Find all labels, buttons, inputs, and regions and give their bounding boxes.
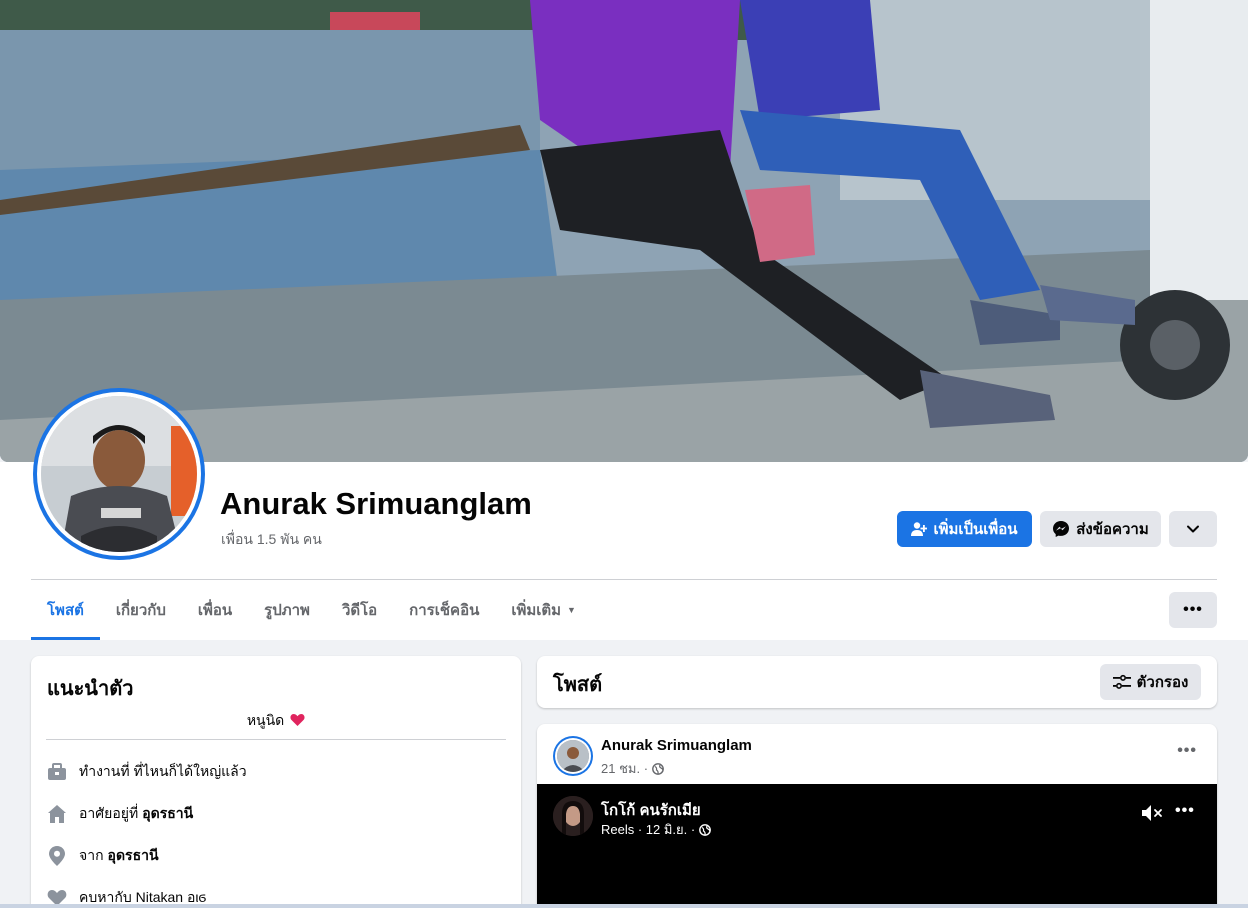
profile-options-button[interactable]: [1169, 511, 1217, 547]
caret-down-icon: ▼: [567, 605, 576, 615]
tab-videos[interactable]: วิดีโอ: [326, 580, 393, 640]
posts-header-card: โพสต์ ตัวกรอง: [537, 656, 1217, 708]
reel-avatar-photo: [553, 796, 593, 836]
intro-from-place[interactable]: อุดรธานี: [108, 845, 159, 867]
tab-label: เพิ่มเติม: [511, 602, 562, 619]
post-meta: 21 ชม. ·: [601, 758, 664, 779]
post-time[interactable]: 21 ชม. ·: [601, 758, 648, 779]
muted-speaker-icon[interactable]: [1141, 804, 1163, 822]
reel-date[interactable]: Reels · 12 มิ.ย. ·: [601, 819, 695, 840]
location-pin-icon: [47, 846, 67, 866]
cover-photo[interactable]: [0, 0, 1248, 462]
intro-card: แนะนำตัว หนูนิด ทำงานที่ ที่ไหนก็ได้ใหญ่…: [31, 656, 521, 908]
intro-lives-in: อาศัยอยู่ที่ อุดรธานี: [47, 802, 193, 826]
reel-author-avatar[interactable]: [553, 796, 593, 836]
message-label: ส่งข้อความ: [1076, 521, 1149, 538]
profile-name: Anurak Srimuanglam: [220, 486, 532, 521]
post-card: Anurak Srimuanglam 21 ชม. · ••• โกโก้ คน…: [537, 724, 1217, 908]
tab-label: โพสต์: [47, 602, 84, 619]
avatar-thumbnail: [557, 740, 589, 772]
tab-photos[interactable]: รูปภาพ: [248, 580, 326, 640]
window-bottom-edge: [0, 904, 1248, 908]
post-author-avatar[interactable]: [553, 736, 593, 776]
filter-label: ตัวกรอง: [1136, 674, 1189, 691]
chevron-down-icon: [1187, 525, 1199, 533]
bio-text: หนูนิด: [246, 712, 285, 728]
tab-more[interactable]: เพิ่มเติม ▼: [495, 580, 592, 640]
intro-lives-in-place[interactable]: อุดรธานี: [142, 803, 193, 825]
tab-friends[interactable]: เพื่อน: [182, 580, 248, 640]
more-dots-icon: •••: [1183, 601, 1203, 618]
reel-meta: Reels · 12 มิ.ย. ·: [601, 819, 712, 840]
tab-posts[interactable]: โพสต์: [31, 580, 100, 640]
shared-reel[interactable]: โกโก้ คนรักเมีย Reels · 12 มิ.ย. · •••: [537, 784, 1217, 908]
red-heart-icon: [290, 714, 305, 726]
reel-options-icon[interactable]: •••: [1175, 802, 1195, 820]
cover-illustration: [0, 0, 1248, 462]
intro-bio: หนูนิด: [47, 710, 505, 732]
tab-label: วิดีโอ: [341, 602, 378, 619]
add-friend-button[interactable]: เพิ่มเป็นเพื่อน: [897, 511, 1032, 547]
message-button[interactable]: ส่งข้อความ: [1040, 511, 1161, 547]
tabs-overflow-button[interactable]: •••: [1169, 592, 1217, 628]
intro-from: จาก อุดรธานี: [47, 844, 159, 868]
tab-label: การเช็คอิน: [409, 602, 480, 619]
friend-count[interactable]: เพื่อน 1.5 พัน คน: [221, 529, 322, 551]
intro-from-text: จาก: [79, 847, 104, 863]
tab-label: เพื่อน: [197, 602, 233, 619]
posts-title: โพสต์: [553, 674, 603, 696]
profile-tabs: โพสต์ เกี่ยวกับ เพื่อน รูปภาพ วิดีโอ การ…: [31, 580, 592, 640]
tab-about[interactable]: เกี่ยวกับ: [100, 580, 182, 640]
messenger-icon: [1053, 521, 1070, 537]
intro-lives-in-text: อาศัยอยู่ที่: [79, 805, 139, 821]
post-options-icon[interactable]: •••: [1177, 742, 1197, 760]
intro-work-text: ทำงานที่ ที่ไหนก็ได้ใหญ่แล้ว: [79, 763, 247, 779]
bio-divider: [46, 739, 506, 740]
filter-sliders-icon: [1112, 674, 1131, 689]
add-friend-label: เพิ่มเป็นเพื่อน: [933, 521, 1018, 538]
intro-work: ทำงานที่ ที่ไหนก็ได้ใหญ่แล้ว: [47, 760, 247, 784]
globe-icon: [652, 762, 664, 775]
profile-avatar[interactable]: [33, 388, 205, 560]
tab-label: เกี่ยวกับ: [115, 602, 166, 619]
tab-label: รูปภาพ: [264, 602, 310, 619]
intro-title: แนะนำตัว: [47, 678, 134, 700]
add-friend-icon: [911, 522, 928, 536]
home-icon: [47, 804, 67, 824]
globe-icon: [699, 823, 712, 836]
avatar-photo: [41, 396, 197, 552]
filter-button[interactable]: ตัวกรอง: [1100, 664, 1201, 700]
briefcase-icon: [47, 762, 67, 782]
tab-checkins[interactable]: การเช็คอิน: [393, 580, 495, 640]
post-author-name[interactable]: Anurak Srimuanglam: [601, 737, 752, 754]
